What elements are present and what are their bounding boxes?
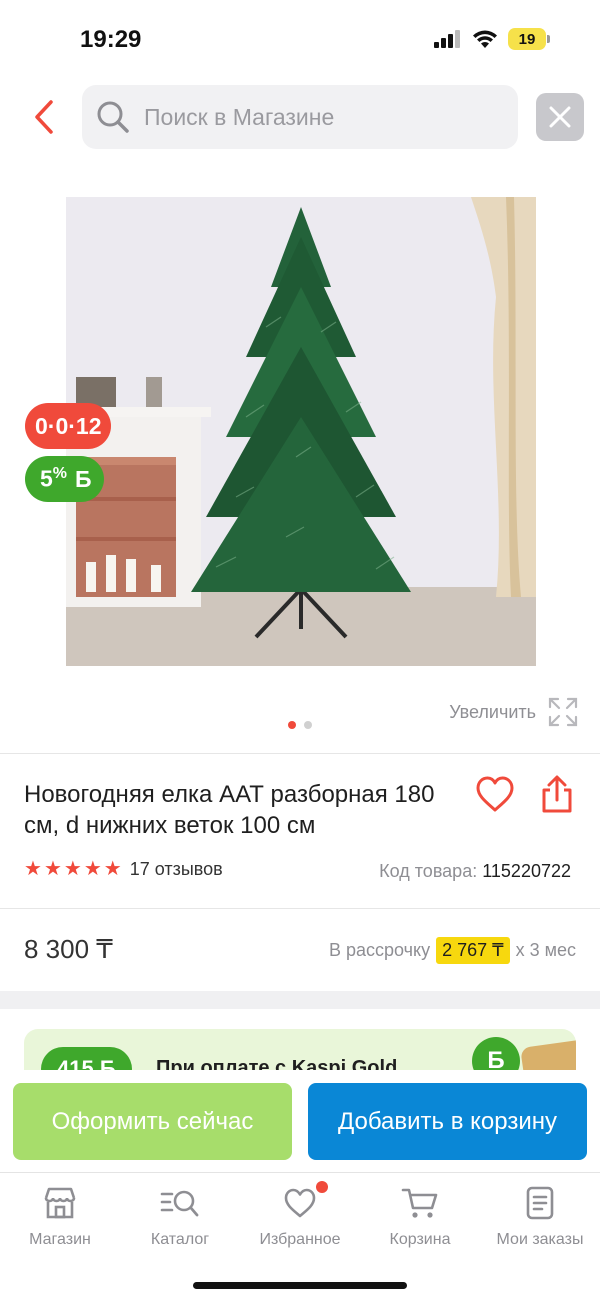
sku: Код товара: 115220722 xyxy=(379,861,571,882)
battery-tip xyxy=(547,35,550,43)
share-icon xyxy=(542,775,572,813)
tab-label: Каталог xyxy=(150,1231,210,1248)
bonus-currency: Б xyxy=(75,465,92,492)
orders-icon xyxy=(520,1185,560,1221)
search-input[interactable] xyxy=(144,103,504,131)
home-indicator xyxy=(193,1282,407,1289)
star-icon: ★ xyxy=(63,858,82,880)
section-separator xyxy=(0,991,600,1009)
cart-icon xyxy=(400,1185,440,1221)
notification-dot xyxy=(316,1181,328,1193)
tab-label: Мои заказы xyxy=(496,1231,584,1248)
installment-label: В рассрочку xyxy=(328,940,431,960)
pagination-dot xyxy=(304,721,312,729)
action-bar: Оформить сейчас Добавить в корзину xyxy=(0,1070,600,1170)
share-button[interactable] xyxy=(536,774,578,816)
tab-catalog[interactable]: Каталог xyxy=(120,1185,240,1249)
tab-cart[interactable]: Корзина xyxy=(360,1185,480,1249)
bottom-tab-bar: Магазин Каталог Избранное Корзина Мои за… xyxy=(0,1172,600,1300)
image-pagination xyxy=(288,721,312,729)
reviews-link[interactable]: 17 отзывов xyxy=(130,859,223,880)
search-icon xyxy=(97,101,129,133)
bonus-badge: 5% Б xyxy=(25,456,104,502)
heart-icon xyxy=(280,1181,328,1221)
tab-favorites[interactable]: Избранное xyxy=(240,1181,360,1249)
tab-label: Магазин xyxy=(29,1231,91,1248)
installment-term: х 3 мес xyxy=(515,940,576,960)
product-title: Новогодняя елка ААТ разборная 180 см, d … xyxy=(24,781,435,839)
heart-icon xyxy=(476,776,514,812)
bonus-percent: % xyxy=(52,465,68,483)
sku-value: 115220722 xyxy=(482,861,571,881)
signal-icon xyxy=(434,30,460,48)
search-box[interactable] xyxy=(82,85,518,149)
status-bar: 19:29 19 xyxy=(0,0,600,80)
catalog-search-icon xyxy=(160,1185,200,1221)
expand-icon xyxy=(548,697,578,727)
search-row xyxy=(0,84,600,150)
battery-level: 19 xyxy=(508,28,546,50)
chevron-left-icon xyxy=(35,100,53,134)
tab-orders[interactable]: Мои заказы xyxy=(480,1185,600,1249)
status-icons: 19 xyxy=(434,28,550,50)
favorite-button[interactable] xyxy=(474,774,516,816)
battery-indicator: 19 xyxy=(508,28,550,50)
store-icon xyxy=(40,1185,80,1221)
wifi-icon xyxy=(473,30,497,48)
close-icon xyxy=(549,106,571,128)
star-icon: ★ xyxy=(83,858,102,880)
buy-now-button[interactable]: Оформить сейчас xyxy=(13,1083,292,1160)
divider xyxy=(0,908,600,909)
installment-info[interactable]: В рассрочку 2 767 ₸ х 3 мес xyxy=(329,937,576,964)
status-time: 19:29 xyxy=(80,26,142,53)
sku-label: Код товара: xyxy=(379,861,478,881)
price: 8 300 ₸ xyxy=(24,934,113,964)
tab-label: Избранное xyxy=(259,1231,341,1248)
star-icon: ★ xyxy=(24,858,42,880)
clear-button[interactable] xyxy=(536,93,584,141)
installment-badge: 0·0·12 xyxy=(25,403,112,449)
product-image[interactable] xyxy=(66,197,536,666)
star-icon: ★ xyxy=(103,858,122,880)
rating-row[interactable]: ★ ★ ★ ★ ★ 17 отзывов xyxy=(24,858,223,880)
christmas-tree-photo xyxy=(66,197,536,666)
bonus-value: 5% xyxy=(40,465,68,492)
zoom-button[interactable]: Увеличить xyxy=(449,697,578,727)
add-to-cart-button[interactable]: Добавить в корзину xyxy=(308,1083,587,1160)
pagination-dot-active xyxy=(288,721,296,729)
divider xyxy=(0,753,600,754)
tab-store[interactable]: Магазин xyxy=(0,1185,120,1249)
back-button[interactable] xyxy=(28,96,60,138)
installment-amount: 2 767 ₸ xyxy=(436,937,510,964)
tab-label: Корзина xyxy=(389,1231,451,1248)
zoom-label: Увеличить xyxy=(449,701,536,722)
star-icon: ★ xyxy=(43,858,62,880)
